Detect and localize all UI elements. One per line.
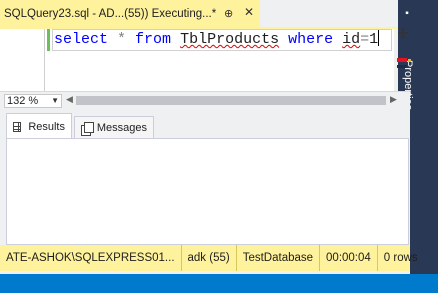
editor-gutter <box>44 29 45 91</box>
status-elapsed: 00:00:04 <box>320 245 378 271</box>
equals-token: = <box>360 31 370 48</box>
document-tab[interactable]: SQLQuery23.sql - AD...(55)) Executing...… <box>0 0 260 27</box>
results-grid[interactable] <box>6 138 409 245</box>
table-name-token: TblProducts <box>180 31 280 48</box>
tab-results[interactable]: Results <box>6 113 72 139</box>
query-editor[interactable]: select * from TblProducts where id=1 <box>0 29 398 91</box>
status-rows: 0 rows <box>383 252 418 264</box>
pin-icon[interactable]: ⊕ <box>224 7 233 20</box>
code-line[interactable]: select * from TblProducts where id=1 <box>52 29 392 51</box>
keyword-from: from <box>135 31 172 48</box>
keyword-select: select <box>54 31 109 48</box>
tab-results-label: Results <box>28 120 65 133</box>
scroll-left-icon[interactable]: ◀ <box>66 94 73 105</box>
split-view-icon[interactable] <box>397 27 411 39</box>
text-caret <box>378 30 380 46</box>
status-database: TestDatabase <box>237 245 321 271</box>
caret-marker <box>397 65 407 68</box>
column-token: id <box>342 31 361 48</box>
zoom-dropdown[interactable]: 132 % ▼ <box>4 94 62 108</box>
warning-marker <box>408 59 411 62</box>
panel-pin-icon[interactable]: ▪ <box>400 8 414 19</box>
status-server: ATE-ASHOK\SQLEXPRESS01... <box>0 245 182 271</box>
error-marker <box>397 58 407 62</box>
zoom-scroll-row: 132 % ▼ ◀ ▶ <box>0 91 410 108</box>
chevron-down-icon[interactable]: ▼ <box>51 95 59 107</box>
document-tab-title: SQLQuery23.sql - AD...(55)) Executing...… <box>4 7 217 20</box>
keyword-where: where <box>288 31 334 48</box>
tab-messages-label: Messages <box>96 122 147 134</box>
horizontal-scroll-thumb[interactable] <box>76 96 386 105</box>
grid-icon <box>13 121 22 132</box>
star-token: * <box>108 31 136 48</box>
status-bar: ATE-ASHOK\SQLEXPRESS01... adk (55) TestD… <box>0 245 418 271</box>
status-user: adk (55) <box>182 245 237 271</box>
scroll-right-icon[interactable]: ▶ <box>390 94 397 105</box>
number-token: 1 <box>369 31 379 48</box>
results-panel: Results Messages <box>0 108 410 245</box>
zoom-value: 132 % <box>7 95 39 107</box>
tab-messages[interactable]: Messages <box>74 116 154 139</box>
messages-icon <box>81 122 94 136</box>
change-marker <box>47 29 50 51</box>
app-status-bar <box>0 274 438 293</box>
close-icon[interactable]: ✕ <box>244 5 254 19</box>
